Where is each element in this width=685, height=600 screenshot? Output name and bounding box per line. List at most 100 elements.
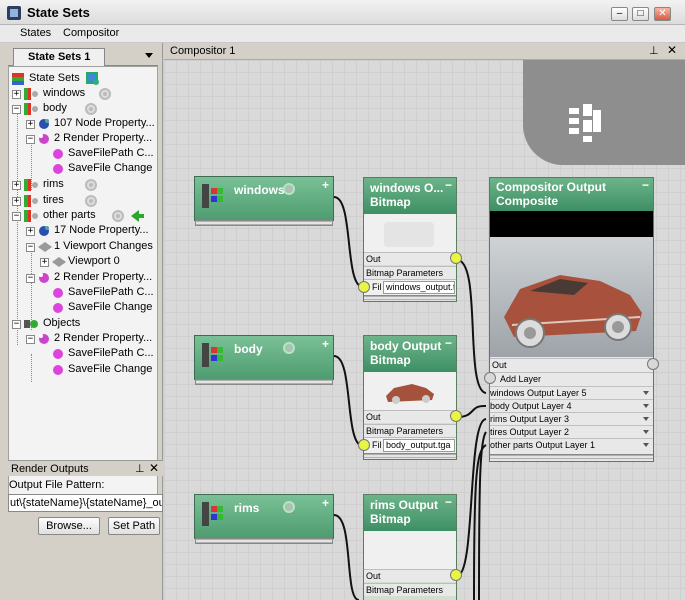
layer-row[interactable]: windows Output Layer 5 (490, 386, 653, 399)
tree-row-objects[interactable]: − Objects (12, 317, 157, 332)
add-state-icon[interactable] (86, 72, 100, 86)
collapse-icon[interactable]: − (26, 243, 35, 252)
input-socket[interactable] (358, 439, 370, 451)
state-icon (24, 195, 38, 207)
collapse-node-icon[interactable]: − (445, 495, 452, 509)
expand-node-icon[interactable]: + (322, 337, 329, 351)
expand-icon[interactable]: + (26, 227, 35, 236)
tab-dropdown-icon[interactable] (145, 53, 153, 58)
tree-row-savefilepath[interactable]: SaveFilePath C... (40, 147, 157, 162)
tree-row-windows[interactable]: + windows (12, 87, 157, 102)
layer-dropdown-icon[interactable] (643, 417, 649, 421)
close-button[interactable]: ✕ (654, 7, 671, 21)
collapse-node-icon[interactable]: − (642, 178, 649, 192)
collapse-icon[interactable]: − (26, 335, 35, 344)
pin-icon[interactable]: ⊥ (135, 462, 145, 475)
collapse-icon[interactable]: − (12, 105, 21, 114)
close-icon[interactable]: ✕ (149, 461, 159, 475)
tab-state-sets-1[interactable]: State Sets 1 (13, 48, 105, 66)
file-path-field[interactable]: body_output.tga (383, 439, 455, 452)
add-layer-row[interactable]: Add Layer (490, 372, 653, 385)
tree-row-render-property[interactable]: − 2 Render Property... (26, 271, 157, 286)
tree-row-savefile-change[interactable]: SaveFile Change (40, 301, 157, 316)
composite-node[interactable]: Compositor Output Composite − Out Add La… (484, 177, 659, 462)
tree-label: Viewport 0 (68, 255, 120, 267)
maximize-button[interactable]: □ (632, 7, 649, 21)
tree-row-root[interactable]: State Sets (12, 72, 157, 87)
visibility-icon[interactable] (112, 210, 124, 222)
expand-icon[interactable]: + (40, 258, 49, 267)
tree-row-viewport-changes[interactable]: − 1 Viewport Changes (26, 240, 157, 255)
expand-icon[interactable]: + (12, 197, 21, 206)
close-icon[interactable]: ✕ (667, 43, 677, 57)
layer-row[interactable]: other parts Output Layer 1 (490, 438, 653, 451)
expand-icon[interactable]: + (12, 181, 21, 190)
minimize-button[interactable]: – (611, 7, 628, 21)
output-socket[interactable] (450, 410, 462, 422)
tree-row-savefile-change[interactable]: SaveFile Change (40, 363, 157, 378)
tree-row-render-property[interactable]: − 2 Render Property... (26, 332, 157, 347)
bitmap-params-row[interactable]: Bitmap Parameters (364, 583, 456, 596)
collapse-node-icon[interactable]: − (445, 336, 452, 350)
layer-row[interactable]: body Output Layer 4 (490, 399, 653, 412)
expand-icon[interactable]: + (26, 120, 35, 129)
input-socket[interactable] (358, 281, 370, 293)
output-socket[interactable] (647, 358, 659, 370)
set-path-button[interactable]: Set Path (108, 517, 160, 535)
tree-row-viewport-0[interactable]: + Viewport 0 (40, 255, 157, 270)
output-socket[interactable] (450, 569, 462, 581)
expand-node-icon[interactable]: + (322, 496, 329, 510)
menu-states[interactable]: States (20, 27, 51, 39)
output-socket[interactable] (450, 252, 462, 264)
layer-dropdown-icon[interactable] (643, 430, 649, 434)
visibility-icon[interactable] (283, 183, 295, 195)
state-node-windows[interactable]: windows + (194, 176, 334, 226)
bitmap-params-row[interactable]: Bitmap Parameters (364, 424, 456, 437)
browse-button[interactable]: Browse... (38, 517, 100, 535)
layer-row[interactable]: rims Output Layer 3 (490, 412, 653, 425)
tree-row-savefilepath[interactable]: SaveFilePath C... (40, 347, 157, 362)
state-node-rims[interactable]: rims + (194, 494, 334, 544)
file-path-field[interactable]: windows_output.tg (383, 281, 455, 294)
expand-icon[interactable]: + (12, 90, 21, 99)
tree-row-other-parts[interactable]: − other parts (12, 209, 157, 224)
compositor-canvas[interactable]: windows + body + rims + windows O... Bit… (164, 60, 685, 600)
visibility-icon[interactable] (99, 88, 111, 100)
collapse-icon[interactable]: − (26, 135, 35, 144)
menu-compositor[interactable]: Compositor (63, 27, 119, 39)
bitmap-node-windows[interactable]: windows O... Bitmap − Out Bitmap Paramet… (358, 177, 462, 302)
collapse-icon[interactable]: − (26, 274, 35, 283)
tree-row-tires[interactable]: + tires (12, 194, 157, 209)
tree-row-node-property[interactable]: + 17 Node Property... (26, 224, 157, 239)
node-footer (195, 379, 333, 385)
collapse-icon[interactable]: − (12, 212, 21, 221)
collapse-node-icon[interactable]: − (445, 178, 452, 192)
layer-row[interactable]: tires Output Layer 2 (490, 425, 653, 438)
tree-row-savefilepath[interactable]: SaveFilePath C... (40, 286, 157, 301)
state-node-body[interactable]: body + (194, 335, 334, 385)
tree-row-node-property[interactable]: + 107 Node Property... (26, 117, 157, 132)
bitmap-node-body[interactable]: body Output Bitmap − Out Bitmap Paramete… (358, 335, 462, 460)
tree-row-body[interactable]: − body (12, 102, 157, 117)
output-pattern-input[interactable]: ut\{stateName}\{stateName}_output (8, 494, 163, 512)
collapse-icon[interactable]: − (12, 320, 21, 329)
node-footer (490, 454, 653, 460)
visibility-icon[interactable] (283, 342, 295, 354)
layer-dropdown-icon[interactable] (643, 443, 649, 447)
layer-dropdown-icon[interactable] (643, 391, 649, 395)
visibility-icon[interactable] (85, 179, 97, 191)
layer-dropdown-icon[interactable] (643, 404, 649, 408)
tree-row-rims[interactable]: + rims (12, 178, 157, 193)
node-property-icon (39, 226, 49, 236)
bitmap-params-row[interactable]: Bitmap Parameters (364, 266, 456, 279)
bitmap-node-rims[interactable]: rims Output Bitmap − Out Bitmap Paramete… (363, 494, 462, 600)
pin-icon[interactable]: ⊥ (649, 44, 659, 57)
visibility-icon[interactable] (85, 195, 97, 207)
tree-row-savefile-change[interactable]: SaveFile Change (40, 162, 157, 177)
tree-row-render-property[interactable]: − 2 Render Property... (26, 132, 157, 147)
tree-label: 107 Node Property... (54, 117, 155, 129)
expand-node-icon[interactable]: + (322, 178, 329, 192)
visibility-icon[interactable] (283, 501, 295, 513)
visibility-icon[interactable] (85, 103, 97, 115)
add-layer-socket[interactable] (484, 372, 496, 384)
